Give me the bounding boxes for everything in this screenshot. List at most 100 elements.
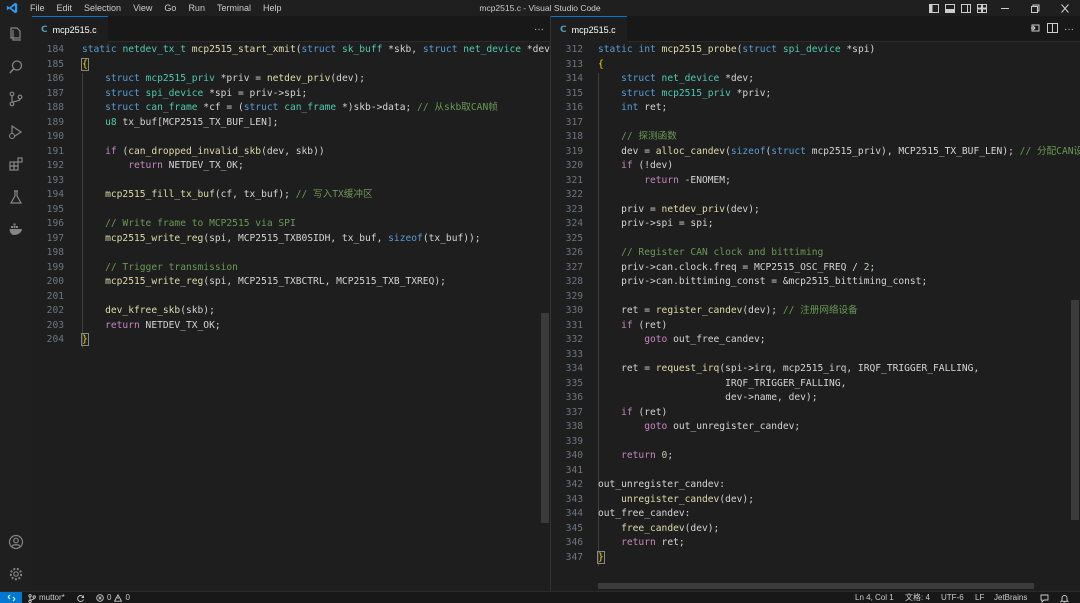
code-line[interactable]: 191 if (can_dropped_invalid_skb(dev, skb… [32,145,550,160]
code-line[interactable]: 314 struct net_device *dev; [551,72,1080,87]
code-line[interactable]: 331 if (ret) [551,319,1080,334]
code-line[interactable]: 318 // 探测函数 [551,130,1080,145]
source-control-icon[interactable] [0,84,32,114]
code-line[interactable]: 187 struct spi_device *spi = priv->spi; [32,87,550,102]
explorer-icon[interactable] [0,19,32,49]
code-line[interactable]: 316 int ret; [551,101,1080,116]
menu-help[interactable]: Help [257,0,288,16]
code-line[interactable]: 329 [551,290,1080,305]
customize-layout-icon[interactable] [974,0,990,16]
code-line[interactable]: 204} [32,333,550,348]
menu-view[interactable]: View [127,0,158,16]
code-line[interactable]: 197 mcp2515_write_reg(spi, MCP2515_TXB0S… [32,232,550,247]
code-editor-right[interactable]: 312 static int mcp2515_probe(struct spi_d… [551,43,1080,591]
feedback-icon[interactable] [1040,592,1049,603]
code-line[interactable]: 347} [551,550,1080,566]
code-line[interactable]: 341 [551,464,1080,479]
toggle-panel-icon[interactable] [942,0,958,16]
code-line[interactable]: 339 [551,435,1080,450]
code-line[interactable]: 327 priv->can.clock.freq = MCP2515_OSC_F… [551,261,1080,276]
code-line[interactable]: 320 if (!dev) [551,159,1080,174]
split-editor-icon[interactable] [1047,22,1058,36]
menu-terminal[interactable]: Terminal [211,0,257,16]
code-line[interactable]: 198 [32,246,550,261]
code-line[interactable]: 330 ret = register_candev(dev); // 注册网络设… [551,304,1080,319]
code-line[interactable]: 324 priv->spi = spi; [551,217,1080,232]
code-line[interactable]: 203 return NETDEV_TX_OK; [32,319,550,334]
restore-icon[interactable] [1020,0,1050,16]
code-line[interactable]: 188 struct can_frame *cf = (struct can_f… [32,101,550,116]
code-line[interactable]: 334 ret = request_irq(spi->irq, mcp2515_… [551,362,1080,377]
tab-mcp2515-left[interactable]: C mcp2515.c [32,16,108,42]
code-line[interactable]: 193 [32,174,550,189]
code-line[interactable]: 319 dev = alloc_candev(sizeof(struct mcp… [551,145,1080,160]
more-actions-icon[interactable]: ··· [1064,24,1074,35]
code-line[interactable]: 343 unregister_candev(dev); [551,493,1080,508]
code-line[interactable]: 190 [32,130,550,145]
code-line[interactable]: 344 out_free_candev: [551,507,1080,522]
vertical-scrollbar-left[interactable] [541,313,549,523]
code-line[interactable]: 195 [32,203,550,218]
menu-run[interactable]: Run [182,0,211,16]
theme-status[interactable]: JetBrains [994,592,1027,603]
settings-gear-icon[interactable] [0,559,32,589]
code-line[interactable]: 335 IRQF_TRIGGER_FALLING, [551,377,1080,392]
notifications-bell-icon[interactable] [1060,592,1069,603]
code-line[interactable]: 186 struct mcp2515_priv *priv = netdev_p… [32,72,550,87]
code-line[interactable]: 202 dev_kfree_skb(skb); [32,304,550,319]
code-line[interactable]: 325 [551,232,1080,247]
accounts-icon[interactable] [0,527,32,557]
menu-selection[interactable]: Selection [78,0,127,16]
menu-go[interactable]: Go [158,0,182,16]
search-icon[interactable] [0,52,32,82]
toggle-primary-sidebar-icon[interactable] [926,0,942,16]
close-window-icon[interactable] [1050,0,1080,16]
tab-mcp2515-right[interactable]: C mcp2515.c [551,16,627,42]
branch-status[interactable]: muttor* [28,592,65,603]
code-line[interactable]: 328 priv->can.bittiming_const = &mcp2515… [551,275,1080,290]
code-line[interactable]: 194 mcp2515_fill_tx_buf(cf, tx_buf); // … [32,188,550,203]
toggle-secondary-sidebar-icon[interactable] [958,0,974,16]
encoding-status[interactable]: UTF-6 [941,592,964,603]
more-actions-icon[interactable]: ··· [534,24,544,35]
code-line[interactable]: 332 goto out_free_candev; [551,333,1080,348]
code-line[interactable]: 342 out_unregister_candev: [551,478,1080,493]
code-line[interactable]: 323 priv = netdev_priv(dev); [551,203,1080,218]
cursor-position[interactable]: Ln 4, Col 1 [855,592,894,603]
code-editor-left[interactable]: 184 static netdev_tx_t mcp2515_start_xmit… [32,43,550,591]
testing-flask-icon[interactable] [0,182,32,212]
code-line[interactable]: 192 return NETDEV_TX_OK; [32,159,550,174]
menu-file[interactable]: File [24,0,51,16]
sync-icon[interactable] [76,592,85,603]
code-line[interactable]: 317 [551,116,1080,131]
remote-indicator-icon[interactable] [0,592,22,603]
code-line[interactable]: 200 mcp2515_write_reg(spi, MCP2515_TXBCT… [32,275,550,290]
code-line[interactable]: 346 return ret; [551,536,1080,551]
open-changes-icon[interactable] [1030,23,1041,36]
code-line[interactable]: 184 static netdev_tx_t mcp2515_start_xmit… [32,43,550,58]
code-line[interactable]: 345 free_candev(dev); [551,522,1080,537]
eol-status[interactable]: LF [975,592,984,603]
code-line[interactable]: 189 u8 tx_buf[MCP2515_TX_BUF_LEN]; [32,116,550,131]
code-line[interactable]: 185 { [32,57,550,73]
code-line[interactable]: 312 static int mcp2515_probe(struct spi_d… [551,43,1080,58]
code-line[interactable]: 333 [551,348,1080,363]
code-line[interactable]: 340 return 0; [551,449,1080,464]
extensions-icon[interactable] [0,149,32,179]
docker-icon[interactable] [0,214,32,244]
code-line[interactable]: 337 if (ret) [551,406,1080,421]
minimize-icon[interactable] [990,0,1020,16]
menu-edit[interactable]: Edit [51,0,79,16]
code-line[interactable]: 321 return -ENOMEM; [551,174,1080,189]
code-line[interactable]: 326 // Register CAN clock and bittiming [551,246,1080,261]
run-debug-icon[interactable] [0,117,32,147]
code-line[interactable]: 338 goto out_unregister_candev; [551,420,1080,435]
code-line[interactable]: 336 dev->name, dev); [551,391,1080,406]
horizontal-scrollbar-right[interactable] [598,583,1034,589]
code-line[interactable]: 201 [32,290,550,305]
code-line[interactable]: 313 { [551,58,1080,73]
code-line[interactable]: 196 // Write frame to MCP2515 via SPI [32,217,550,232]
indentation-status[interactable]: 文格: 4 [905,592,930,603]
code-line[interactable]: 315 struct mcp2515_priv *priv; [551,87,1080,102]
vertical-scrollbar-right[interactable] [1071,300,1079,520]
